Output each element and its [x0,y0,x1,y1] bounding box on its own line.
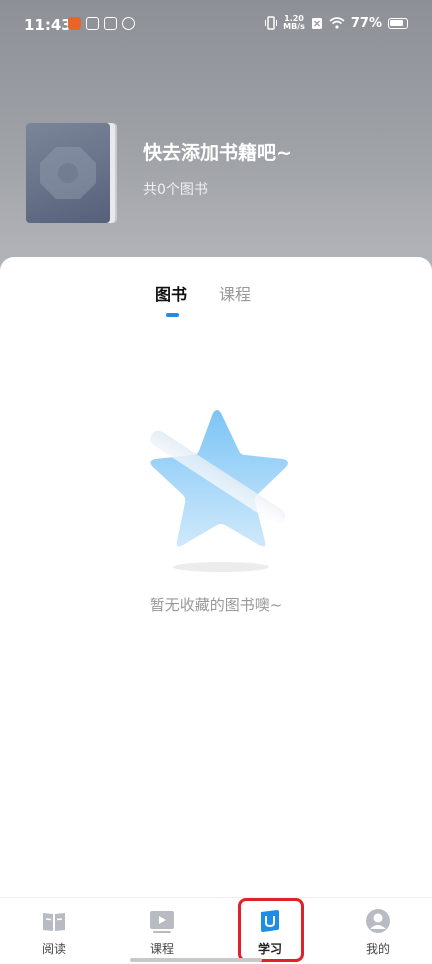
message-notification-icon [86,17,99,30]
book-count: 共0个图书 [143,182,208,198]
app-notification-icon [68,17,81,30]
star-icon [150,410,288,572]
no-sim-icon [311,17,322,29]
nav-item-read[interactable]: 阅读 [24,898,84,964]
status-right: 1.20 MB/s 77% [265,15,408,31]
header-title: 快去添加书籍吧~ [143,142,292,164]
battery-icon [388,17,408,29]
tab-books[interactable]: 图书 [155,281,187,305]
status-bar: 11:43 1.20 MB/s 77% [0,0,432,50]
nav-label-profile: 我的 [365,942,390,956]
wifi-icon [329,17,345,29]
book-logo-icon [40,147,96,199]
gallery-notification-icon [104,17,117,30]
nav-item-profile[interactable]: 我的 [348,898,408,964]
bottom-navigation: 阅读 课程 学习 我的 [0,897,432,964]
tab-courses[interactable]: 课程 [219,281,251,305]
play-icon [150,911,174,933]
content-panel: 图书 课程 暂无收藏的图书噢~ [0,257,432,897]
tab-indicator [166,313,179,317]
highlight-box [238,898,304,962]
nav-label-read: 阅读 [41,942,66,956]
status-time: 11:43 [24,16,72,34]
nav-label-courses: 课程 [149,942,174,956]
home-indicator[interactable] [130,958,262,962]
profile-icon [366,909,390,933]
empty-state-message: 暂无收藏的图书噢~ [149,596,283,614]
battery-percentage: 77% [350,15,382,31]
notification-icons [68,17,135,30]
book-cover-placeholder[interactable] [26,123,110,223]
vibrate-icon [265,16,278,30]
sync-notification-icon [122,17,135,30]
network-speed-unit: MB/s [283,22,305,31]
network-speed: 1.20 MB/s [283,15,305,31]
nav-item-courses[interactable]: 课程 [132,898,192,964]
book-icon [43,913,65,931]
